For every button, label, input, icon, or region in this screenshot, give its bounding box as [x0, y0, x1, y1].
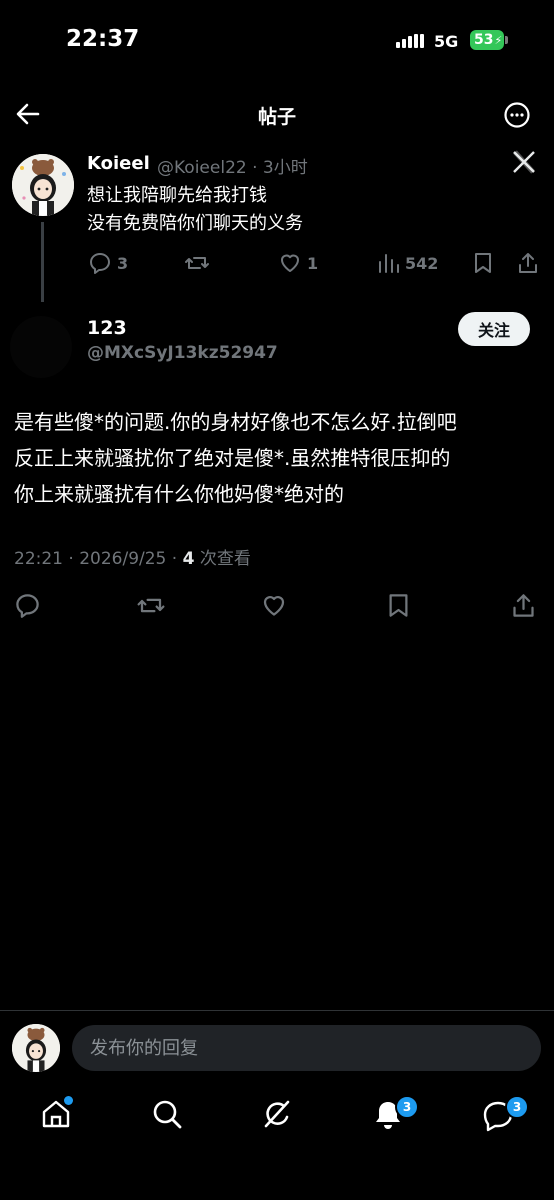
reply-icon [90, 253, 110, 274]
parent-view-count: 542 [405, 253, 439, 273]
repost-icon [185, 257, 209, 269]
notifications-badge: 3 [395, 1095, 419, 1119]
parent-views-button[interactable]: 542 [376, 251, 438, 275]
avatar-post-author[interactable] [10, 316, 72, 378]
parent-reply-count: 3 [117, 253, 129, 273]
parent-like-button[interactable]: 1 [278, 251, 318, 275]
battery-icon: 53 ⚡ [470, 30, 504, 50]
repost-button[interactable] [136, 592, 166, 619]
bookmark-icon [475, 253, 491, 273]
parent-repost-button[interactable] [184, 251, 210, 275]
bookmark-button[interactable] [386, 592, 411, 619]
post-meta: 22:21 · 2026/9/25 · 4 次查看 [14, 544, 251, 569]
page-title: 帖子 [257, 106, 296, 128]
x-logo-icon [512, 150, 536, 174]
parent-like-count: 1 [307, 253, 319, 273]
parent-tweet-text: 想让我陪聊先给我打钱 没有免费陪你们聊天的义务 [87, 182, 303, 238]
parent-share-button[interactable] [516, 251, 540, 275]
post-view-count[interactable]: 4 [183, 549, 195, 569]
parent-tweet-line: 想让我陪聊先给我打钱 [87, 185, 267, 206]
share-icon [519, 253, 537, 273]
reply-input[interactable] [72, 1025, 541, 1071]
post-text: 是有些傻*的问题.你的身材好像也不怎么好.拉倒吧 反正上来就骚扰你了绝对是傻*.… [14, 404, 544, 512]
heart-icon [281, 254, 299, 272]
grok-icon [264, 1100, 290, 1128]
views-icon [379, 254, 399, 273]
nav-search[interactable] [151, 1098, 183, 1130]
follow-button[interactable]: 关注 [458, 312, 530, 346]
parent-bookmark-button[interactable] [472, 251, 494, 275]
share-button[interactable] [510, 592, 537, 619]
battery-tip [505, 36, 508, 44]
post-line: 反正上来就骚扰你了绝对是傻*.虽然推特很压抑的 [14, 446, 451, 470]
reply-divider [0, 1010, 554, 1011]
messages-badge: 3 [505, 1095, 529, 1119]
post-line: 是有些傻*的问题.你的身材好像也不怎么好.拉倒吧 [14, 410, 457, 434]
network-type: 5G [434, 32, 459, 51]
parent-tweet-line: 没有免费陪你们聊天的义务 [87, 213, 303, 234]
signal-icon [396, 34, 426, 48]
like-button[interactable] [260, 592, 288, 619]
bookmark-icon [389, 594, 408, 617]
status-time: 22:37 [66, 26, 140, 52]
search-icon [153, 1100, 182, 1129]
share-icon [513, 594, 534, 617]
more-options-icon[interactable] [504, 102, 530, 128]
avatar-koieel[interactable] [12, 154, 74, 216]
parent-author-handle[interactable]: @Koieel22 · 3小时 [157, 153, 308, 178]
battery-level: 53 [474, 32, 494, 48]
post-views-label: 次查看 [194, 549, 251, 569]
parent-author-name[interactable]: Koieel [87, 153, 150, 174]
parent-reply-button[interactable]: 3 [88, 251, 128, 275]
post-timestamp: 22:21 · 2026/9/25 · [14, 549, 183, 569]
post-author-handle[interactable]: @MXcSyJ13kz52947 [87, 343, 278, 363]
home-notification-dot [64, 1096, 73, 1105]
current-user-avatar[interactable] [12, 1024, 60, 1072]
reply-button[interactable] [14, 592, 41, 619]
post-line: 你上来就骚扰有什么你他妈傻*绝对的 [14, 482, 344, 506]
nav-grok[interactable] [261, 1098, 293, 1130]
reply-icon [16, 594, 39, 618]
thread-line [41, 222, 44, 302]
heart-icon [263, 596, 285, 616]
post-author-name[interactable]: 123 [87, 317, 127, 339]
repost-icon [137, 598, 165, 613]
